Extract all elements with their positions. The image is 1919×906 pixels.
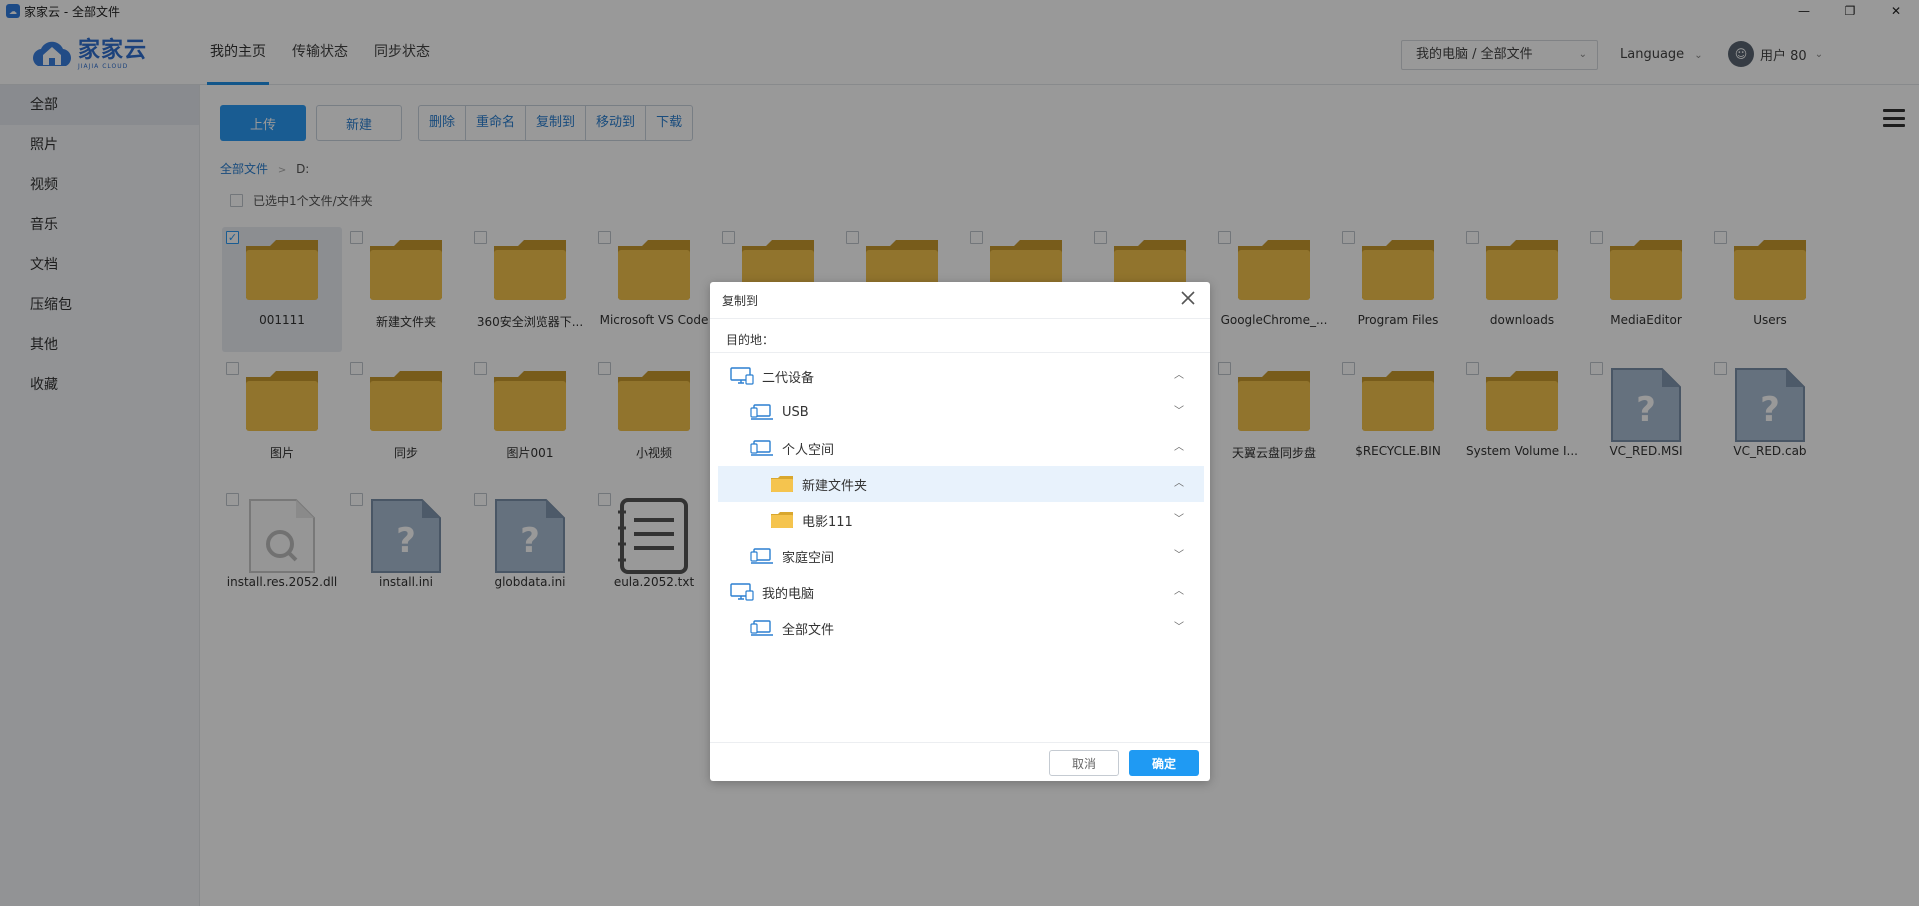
- laptop-icon: [750, 438, 774, 458]
- tree-node-label: 二代设备: [762, 370, 815, 386]
- tree-node[interactable]: 家庭空间 ﹀: [718, 538, 1204, 574]
- tree-node[interactable]: 新建文件夹 ︿: [718, 466, 1204, 502]
- chevron-down-icon[interactable]: ﹀: [1174, 502, 1184, 538]
- dialog-title: 复制到: [722, 294, 759, 308]
- tree-node-label: 全部文件: [782, 622, 835, 638]
- chevron-down-icon[interactable]: ﹀: [1174, 394, 1184, 430]
- chevron-down-icon[interactable]: ﹀: [1174, 538, 1184, 574]
- chevron-up-icon[interactable]: ︿: [1174, 358, 1184, 394]
- close-icon[interactable]: [1180, 290, 1196, 306]
- divider: [710, 742, 1210, 743]
- tree-node-label: 家庭空间: [782, 550, 835, 566]
- tree-node-label: 新建文件夹: [802, 478, 868, 494]
- laptop-icon: [750, 546, 774, 566]
- destination-tree: 二代设备 ︿ USB ﹀ 个人空间 ︿ 新建文件夹 ︿ 电影111 ﹀ 家庭空间 ﹀ 我的电脑 ︿ 全部文件…: [718, 358, 1204, 646]
- folder-icon: [770, 474, 794, 494]
- chevron-down-icon[interactable]: ﹀: [1174, 610, 1184, 646]
- divider: [710, 318, 1210, 319]
- tree-node[interactable]: 我的电脑 ︿: [718, 574, 1204, 610]
- laptop-icon: [750, 618, 774, 638]
- tree-node-label: 我的电脑: [762, 586, 815, 602]
- chevron-up-icon[interactable]: ︿: [1174, 466, 1184, 502]
- cancel-button[interactable]: 取消: [1049, 750, 1119, 776]
- monitor-icon: [730, 366, 754, 386]
- monitor-icon: [730, 582, 754, 602]
- chevron-up-icon[interactable]: ︿: [1174, 430, 1184, 466]
- confirm-button[interactable]: 确定: [1129, 750, 1199, 776]
- destination-label: 目的地：: [726, 333, 775, 347]
- tree-node[interactable]: 个人空间 ︿: [718, 430, 1204, 466]
- tree-node[interactable]: 电影111 ﹀: [718, 502, 1204, 538]
- divider: [710, 352, 1210, 353]
- laptop-icon: [750, 402, 774, 422]
- folder-icon: [770, 510, 794, 530]
- chevron-up-icon[interactable]: ︿: [1174, 574, 1184, 610]
- tree-node-label: 个人空间: [782, 442, 835, 458]
- tree-node[interactable]: USB ﹀: [718, 394, 1204, 430]
- tree-node[interactable]: 二代设备 ︿: [718, 358, 1204, 394]
- tree-node[interactable]: 全部文件 ﹀: [718, 610, 1204, 646]
- tree-node-label: USB: [782, 404, 809, 420]
- copy-to-dialog: 复制到 目的地： 二代设备 ︿ USB ﹀ 个人空间 ︿ 新建文件夹 ︿ 电影111 ﹀ 家庭空间 ﹀…: [710, 282, 1210, 781]
- tree-node-label: 电影111: [802, 514, 853, 530]
